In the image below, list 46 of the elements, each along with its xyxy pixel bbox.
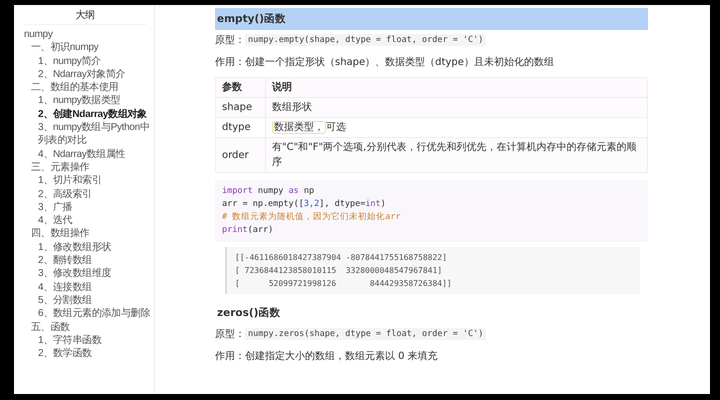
outline-item[interactable]: 二、数组的基本使用: [24, 81, 152, 94]
output-line: [ 52099721998126 844429358726384]]: [235, 278, 453, 290]
outline-item[interactable]: 2、数学函数: [24, 347, 152, 360]
table-cell: 数组形状: [266, 98, 648, 118]
outline-item[interactable]: 4、连接数组: [24, 280, 152, 294]
outline-item[interactable]: 1、修改数组形状: [24, 240, 152, 254]
table-header-cell: 说明: [266, 78, 648, 98]
section-heading: empty()函数: [215, 8, 648, 30]
outline-item[interactable]: 2、Ndarray对象简介: [24, 68, 152, 82]
inline-code: numpy.zeros(shape, dtype = float, order = 'C'): [245, 328, 486, 340]
paragraph: 作用：创建指定大小的数组，数组元素以 0 来填充: [215, 350, 439, 363]
outline-item[interactable]: 1、numpy简介: [24, 54, 152, 68]
outline-item[interactable]: 一、初识numpy: [24, 41, 152, 55]
prototype-label: 原型：: [215, 328, 245, 341]
paragraph: 作用：创建一个指定形状（shape）、数据类型（dtype）且未初始化的数组: [215, 56, 555, 69]
output-line: [ 7236844123858010115 3328000048547967841]: [235, 265, 444, 277]
code-line: # 数组元素为随机值，因为它们未初始化arr: [222, 211, 402, 224]
outline-item[interactable]: 2、翻转数组: [24, 254, 152, 268]
outline-item[interactable]: 1、numpy数据类型: [24, 94, 152, 108]
outline-item[interactable]: 4、迭代: [24, 214, 152, 228]
outline-item[interactable]: 5、分割数组: [24, 294, 152, 308]
outline-item[interactable]: 三、元素操作: [24, 160, 152, 174]
outline-item[interactable]: 4、Ndarray数组属性: [24, 148, 152, 161]
code-line: import numpy as np: [222, 185, 316, 198]
outline-item[interactable]: 3、numpy数组与Python中列表的对比: [24, 121, 152, 148]
outline-item[interactable]: 3、修改数组维度: [24, 267, 152, 281]
table-cell: 有"C"和"F"两个选项,分别代表，行优先和列优先，在计算机内存中的存储元素的顺序: [266, 138, 648, 172]
outline-item[interactable]: 1、字符串函数: [24, 334, 152, 348]
outline-item[interactable]: 2、创建Ndarray数组对象: [24, 108, 152, 122]
table-cell: shape: [216, 98, 266, 118]
code-line: print(arr): [222, 224, 274, 237]
table-cell: order: [216, 138, 266, 172]
inline-code: numpy.empty(shape, dtype = float, order = 'C'): [245, 34, 486, 46]
outline-item[interactable]: 2、高级索引: [24, 188, 152, 201]
outline-title: 大纲: [24, 5, 146, 25]
outline-item[interactable]: 3、广播: [24, 200, 152, 214]
section-heading: zeros()函数: [216, 306, 282, 321]
code-line: arr = np.empty([3,2], dtype=int): [222, 198, 387, 211]
table-header-cell: 参数: [216, 78, 266, 98]
outline-item[interactable]: 四、数组操作: [24, 227, 152, 241]
outline-item[interactable]: 1、切片和索引: [24, 174, 152, 188]
prototype-label: 原型：: [215, 34, 245, 47]
outline-item[interactable]: numpy: [24, 28, 152, 42]
outline-item[interactable]: 6、数组元素的添加与删除: [24, 307, 152, 321]
outline-item[interactable]: 五、函数: [24, 320, 152, 334]
output-line: [[-4611686018427387904 -8078441755168758822]: [235, 252, 448, 264]
